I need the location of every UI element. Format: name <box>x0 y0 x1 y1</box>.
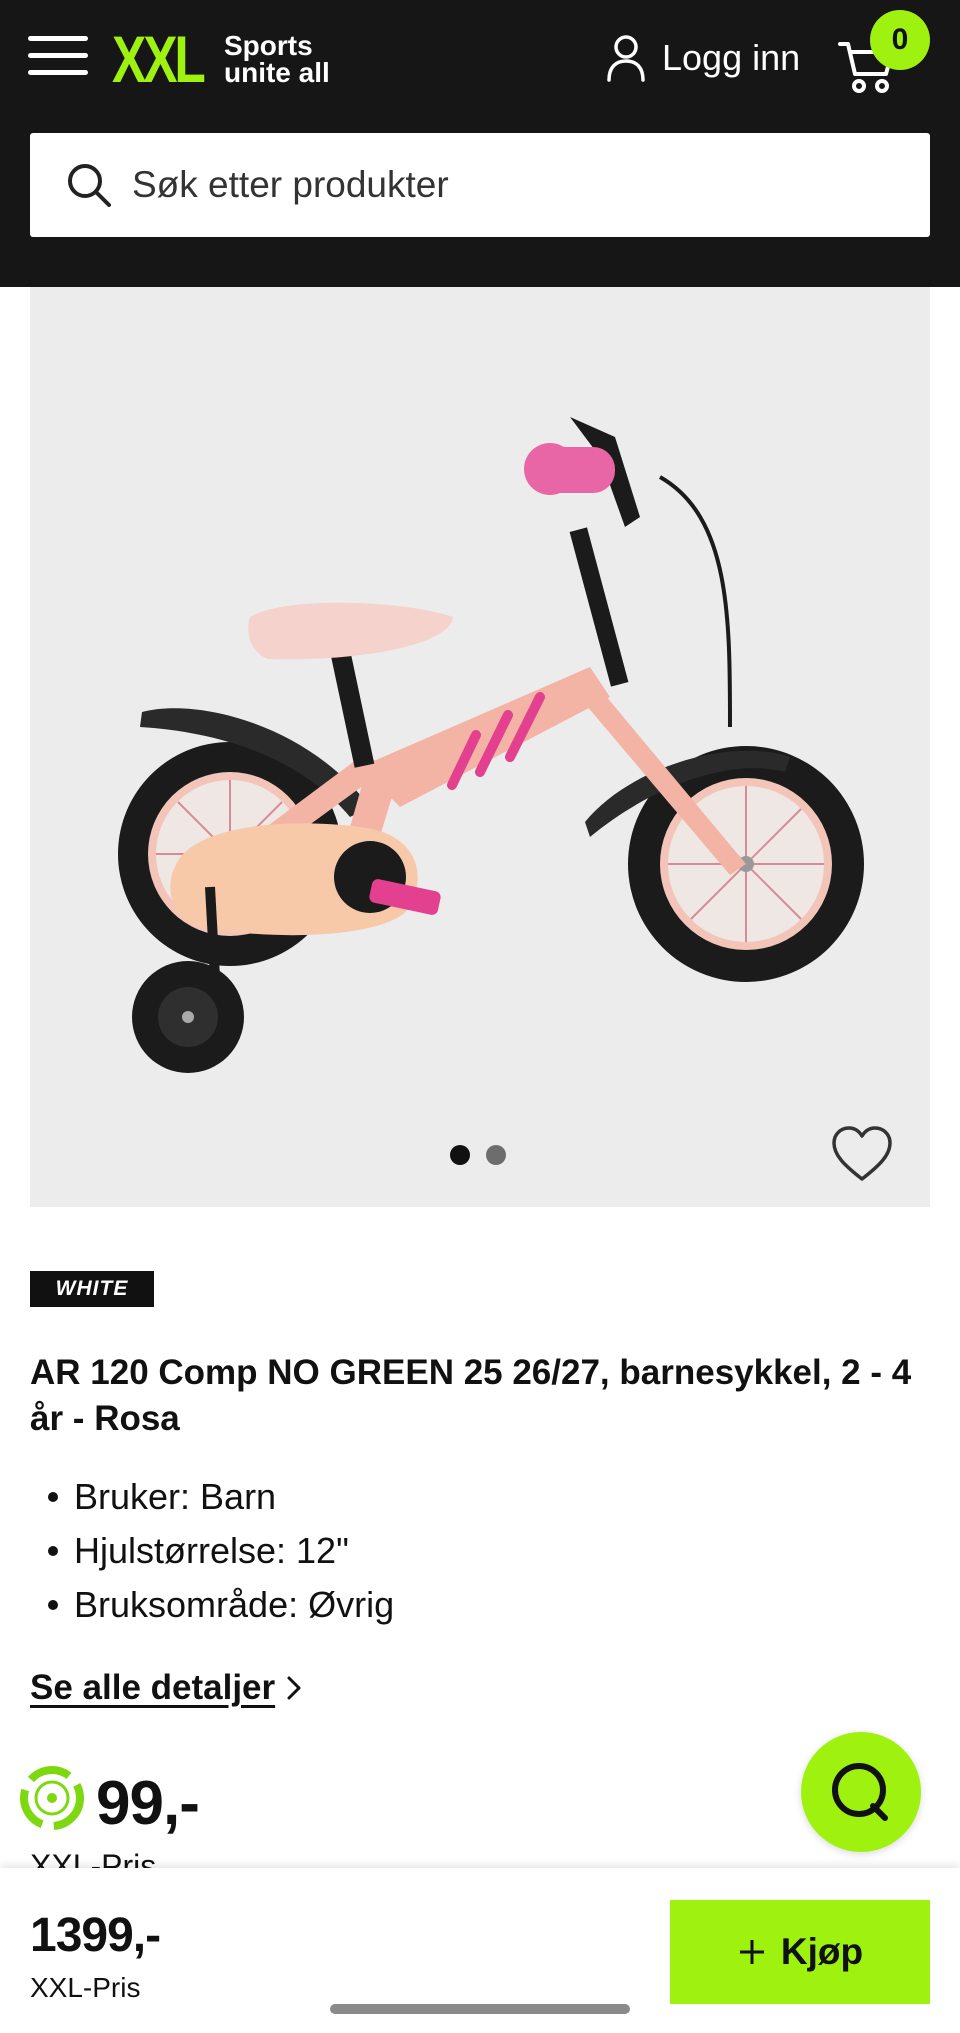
sticky-buy-bar: 1399,- XXL-Pris Kjøp <box>0 1868 960 2033</box>
heart-icon[interactable] <box>830 1123 894 1187</box>
logo-tagline-line-2: unite all <box>224 57 330 88</box>
cart-count-badge: 0 <box>870 10 930 70</box>
spec-item: Bruker: Barn <box>30 1470 394 1524</box>
product-price: 99,- <box>96 1769 200 1838</box>
search-input[interactable] <box>132 164 892 206</box>
site-header: XXL Sports unite all Logg inn 0 <box>0 0 960 287</box>
hamburger-icon-line <box>28 53 88 58</box>
gallery-pagination <box>450 1145 506 1165</box>
hamburger-icon <box>28 36 88 41</box>
logo[interactable]: XXL Sports unite all <box>112 26 330 92</box>
brand-name: WHITE <box>55 1277 129 1300</box>
home-indicator <box>330 2004 630 2014</box>
see-all-details-link[interactable]: Se alle detaljer <box>30 1668 303 1708</box>
details-link-label: Se alle detaljer <box>30 1668 276 1707</box>
plus-icon <box>739 1940 764 1964</box>
buy-label: Kjøp <box>780 1931 864 1972</box>
user-icon <box>607 35 645 82</box>
product-image-gallery[interactable] <box>30 287 930 1207</box>
product-title: AR 120 Comp NO GREEN 25 26/27, barnesykk… <box>30 1353 912 1438</box>
search-bar[interactable] <box>30 133 930 237</box>
login-button[interactable]: Logg inn <box>606 30 800 86</box>
logo-wordmark: XXL <box>112 22 206 96</box>
logo-tagline: Sports unite all <box>224 30 330 88</box>
recycle-icon <box>20 1766 84 1830</box>
search-icon <box>68 164 111 207</box>
gallery-dot[interactable] <box>450 1145 470 1165</box>
chat-icon <box>832 1763 888 1821</box>
spec-item: Bruksområde: Øvrig <box>30 1578 394 1632</box>
gallery-dot[interactable] <box>486 1145 506 1165</box>
sticky-price-label: XXL-Pris <box>30 1972 141 2003</box>
login-label: Logg inn <box>662 37 801 78</box>
sticky-price: 1399,- <box>30 1909 161 1962</box>
product-image <box>118 417 864 1073</box>
spec-item: Hjulstørrelse: 12" <box>30 1524 394 1578</box>
chat-button[interactable] <box>801 1732 921 1852</box>
logo-tagline-line-1: Sports <box>224 30 313 61</box>
buy-button[interactable]: Kjøp <box>670 1900 930 2004</box>
product-specs: Bruker: Barn Hjulstørrelse: 12" Bruksomr… <box>30 1470 394 1632</box>
hamburger-icon-line <box>28 70 88 75</box>
menu-button[interactable] <box>28 36 90 80</box>
brand-logo[interactable]: WHITE <box>30 1271 154 1307</box>
chevron-right-icon <box>287 1676 301 1700</box>
